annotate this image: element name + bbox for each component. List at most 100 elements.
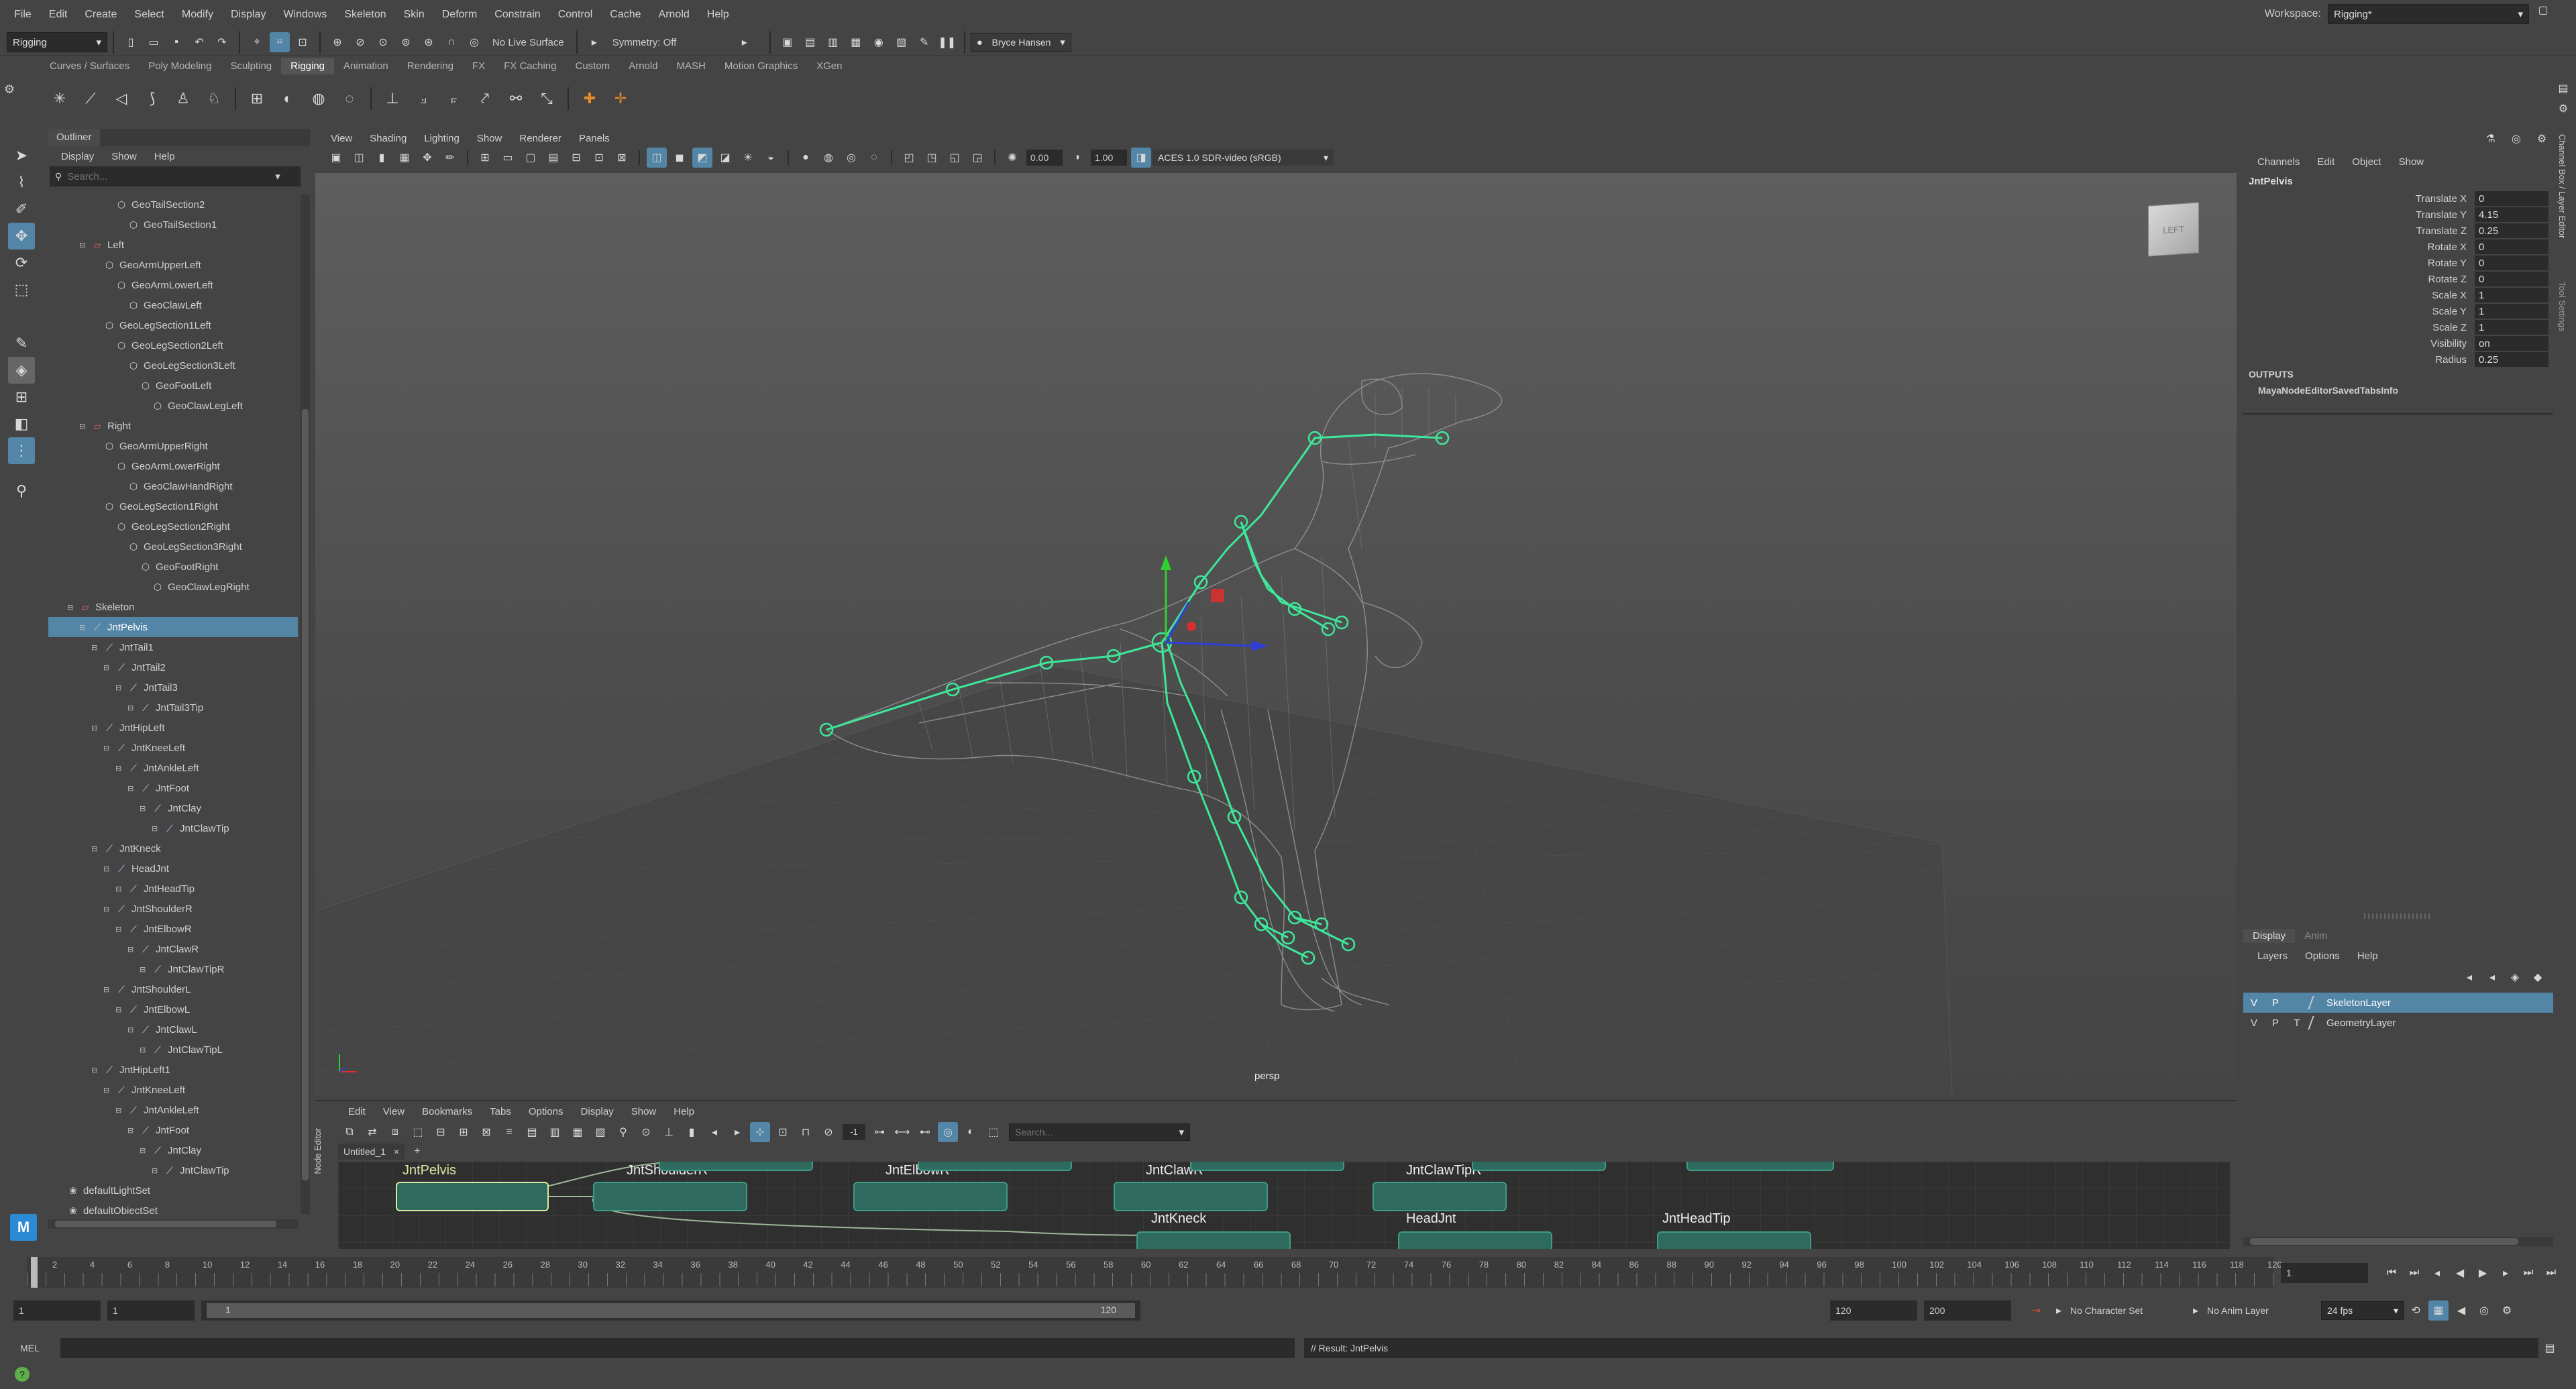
current-frame-field[interactable]: 1 <box>2281 1263 2368 1283</box>
frame-selection-icon[interactable]: ⊙ <box>636 1122 656 1142</box>
orient-constraint-icon[interactable]: ⟔ <box>441 85 468 112</box>
outliner-item[interactable]: ⬡ GeoLegSection3Right <box>48 537 298 557</box>
channel-attr-name[interactable]: Scale Z <box>2243 322 2475 333</box>
bind-skin-icon[interactable]: ◍ <box>305 85 332 112</box>
colorspace-dropdown[interactable]: ACES 1.0 SDR-video (sRGB) ▾ <box>1152 150 1334 166</box>
new-empty-layer-icon[interactable]: ◈ <box>2505 967 2525 987</box>
expand-icon[interactable]: ⊟ <box>152 1166 161 1175</box>
auto-key-icon[interactable]: ⊸ <box>2026 1300 2046 1321</box>
outliner-item[interactable]: ⊟ ⟋ JntClawL <box>48 1019 298 1040</box>
help-line-icon[interactable]: ◎ <box>2474 1300 2494 1321</box>
menu-skeleton[interactable]: Skeleton <box>335 9 394 21</box>
chevron-down-icon[interactable]: ▾ <box>275 170 280 182</box>
channel-attr-value[interactable]: 0 <box>2475 191 2548 206</box>
playback-start-field[interactable]: 1 <box>107 1300 195 1321</box>
safe-action-icon[interactable]: ⊡ <box>589 148 609 168</box>
help-icon[interactable]: ◎ <box>2506 129 2526 149</box>
outliner-menu-display[interactable]: Display <box>52 151 103 162</box>
layer-menu-options[interactable]: Options <box>2296 950 2349 962</box>
shelf-tab-animation[interactable]: Animation <box>334 58 398 74</box>
persp-graph-icon[interactable]: ⋮ <box>8 437 35 464</box>
side-tab-channel-box[interactable]: Channel Box / Layer Editor <box>2557 134 2567 238</box>
channel-box-menu-channels[interactable]: Channels <box>2249 156 2308 168</box>
parent-constraint-icon[interactable]: ⚯ <box>502 85 529 112</box>
node-editor-menu-options[interactable]: Options <box>520 1106 572 1117</box>
viewport-menu-view[interactable]: View <box>322 133 361 144</box>
menu-display[interactable]: Display <box>222 9 274 21</box>
add-tab-button[interactable]: + <box>414 1146 420 1158</box>
ambient-occlusion-icon[interactable]: ● <box>796 148 816 168</box>
shelf-tab-curves-surfaces[interactable]: Curves / Surfaces <box>40 58 139 74</box>
loop-icon[interactable]: ⟲ <box>2406 1300 2426 1321</box>
lock-icon[interactable]: ⊓ <box>796 1122 816 1142</box>
outliner-item[interactable]: ⬡ GeoClawHandRight <box>48 476 298 496</box>
outliner-item[interactable]: ⬡ GeoLegSection2Left <box>48 335 298 355</box>
smooth-shade-icon[interactable]: ◼ <box>669 148 690 168</box>
step-forward-frame-icon[interactable]: ▸ <box>2496 1263 2516 1283</box>
color-management-icon[interactable]: ◨ <box>1131 148 1151 168</box>
menu-file[interactable]: File <box>5 9 40 21</box>
command-input[interactable] <box>60 1338 1295 1358</box>
render-setup-icon[interactable]: ▧ <box>892 32 912 52</box>
node-editor-menu-edit[interactable]: Edit <box>339 1106 374 1117</box>
channel-box-icon[interactable]: ⚗ <box>2481 129 2501 149</box>
layer-row[interactable]: V P T GeometryLayer <box>2243 1013 2553 1033</box>
expand-icon[interactable]: ⊟ <box>127 704 137 712</box>
expand-icon[interactable]: ⊟ <box>91 724 101 732</box>
symmetry-label[interactable]: Symmetry: Off <box>612 37 727 48</box>
menu-windows[interactable]: Windows <box>274 9 335 21</box>
xray-joints-icon[interactable]: ◱ <box>945 148 965 168</box>
viewport-menu-renderer[interactable]: Renderer <box>511 133 570 144</box>
viewport-menu-show[interactable]: Show <box>468 133 511 144</box>
script-editor-icon[interactable]: ▤ <box>2540 1338 2560 1358</box>
depth-of-field-icon[interactable]: ◌ <box>864 148 884 168</box>
outliner-item[interactable]: ⊟ ⟋ JntClay <box>48 798 298 818</box>
chevron-right-icon[interactable]: ▸ <box>2049 1300 2069 1321</box>
input-connections-icon[interactable]: ⧉ <box>339 1122 360 1142</box>
lights-icon[interactable]: ☀ <box>738 148 758 168</box>
chevron-right-icon[interactable]: ▸ <box>735 32 755 52</box>
menu-skin[interactable]: Skin <box>395 9 433 21</box>
channel-attr-name[interactable]: Rotate Z <box>2243 274 2475 285</box>
render-settings-icon[interactable]: ▦ <box>846 32 866 52</box>
select-object-icon[interactable]: ⌗ <box>270 32 290 52</box>
expand-icon[interactable]: ⊟ <box>115 1106 125 1115</box>
2d-pan-icon[interactable]: ✥ <box>417 148 437 168</box>
render-frame-icon[interactable]: ▣ <box>777 32 798 52</box>
shelf-tab-rendering[interactable]: Rendering <box>398 58 463 74</box>
outputs-item[interactable]: MayaNodeEditorSavedTabsInfo <box>2258 385 2398 396</box>
bookmark-icon[interactable]: ▮ <box>372 148 392 168</box>
expand-icon[interactable]: ⊟ <box>140 804 149 813</box>
menu-constrain[interactable]: Constrain <box>486 9 549 21</box>
expand-icon[interactable]: ⊟ <box>140 965 149 974</box>
live-surface-label[interactable]: No Live Surface <box>492 37 564 48</box>
four-view-icon[interactable]: ⊞ <box>8 384 35 410</box>
channel-attr-name[interactable]: Visibility <box>2243 338 2475 349</box>
snap-point-icon[interactable]: ⊙ <box>373 32 393 52</box>
hypershade-icon[interactable]: ◉ <box>869 32 889 52</box>
wireframe-on-shaded-icon[interactable]: ◩ <box>692 148 712 168</box>
camera-attr-icon[interactable]: ◫ <box>349 148 369 168</box>
channel-attr-name[interactable]: Translate X <box>2243 193 2475 205</box>
aim-constraint-icon[interactable]: ⤤ <box>472 85 498 112</box>
viewport-menu-panels[interactable]: Panels <box>570 133 619 144</box>
outliner-item[interactable]: ⊟ ⟋ JntTail3 <box>48 677 298 698</box>
attr-expand-icon[interactable]: ⟷ <box>892 1122 912 1142</box>
outliner-item[interactable]: ⬡ GeoLegSection3Left <box>48 355 298 376</box>
attr-collapse-icon[interactable]: ⊷ <box>915 1122 935 1142</box>
layer-move-down-icon[interactable]: ◂ <box>2482 967 2502 987</box>
channel-attr-value[interactable]: 0.25 <box>2475 223 2548 238</box>
outliner-menu-help[interactable]: Help <box>146 151 184 162</box>
minimize-icon[interactable]: ▢ <box>2533 0 2553 20</box>
outliner-item[interactable]: ⊟ ⟋ JntShoulderL <box>48 979 298 999</box>
redo-icon[interactable]: ↷ <box>212 32 232 52</box>
outliner-item[interactable]: ⬡ GeoArmLowerRight <box>48 456 298 476</box>
node-headjnt[interactable] <box>1398 1231 1552 1249</box>
single-perspective-icon[interactable]: ◈ <box>8 357 35 384</box>
menu-edit[interactable]: Edit <box>40 9 76 21</box>
outliner-item[interactable]: ⊟ ⟋ JntElbowR <box>48 919 298 939</box>
outliner-item[interactable]: ⊟ ▱ Left <box>48 235 298 255</box>
menu-cache[interactable]: Cache <box>601 9 649 21</box>
expand-icon[interactable]: ⊟ <box>103 905 113 913</box>
range-slider[interactable]: 1 120 <box>201 1300 1140 1321</box>
